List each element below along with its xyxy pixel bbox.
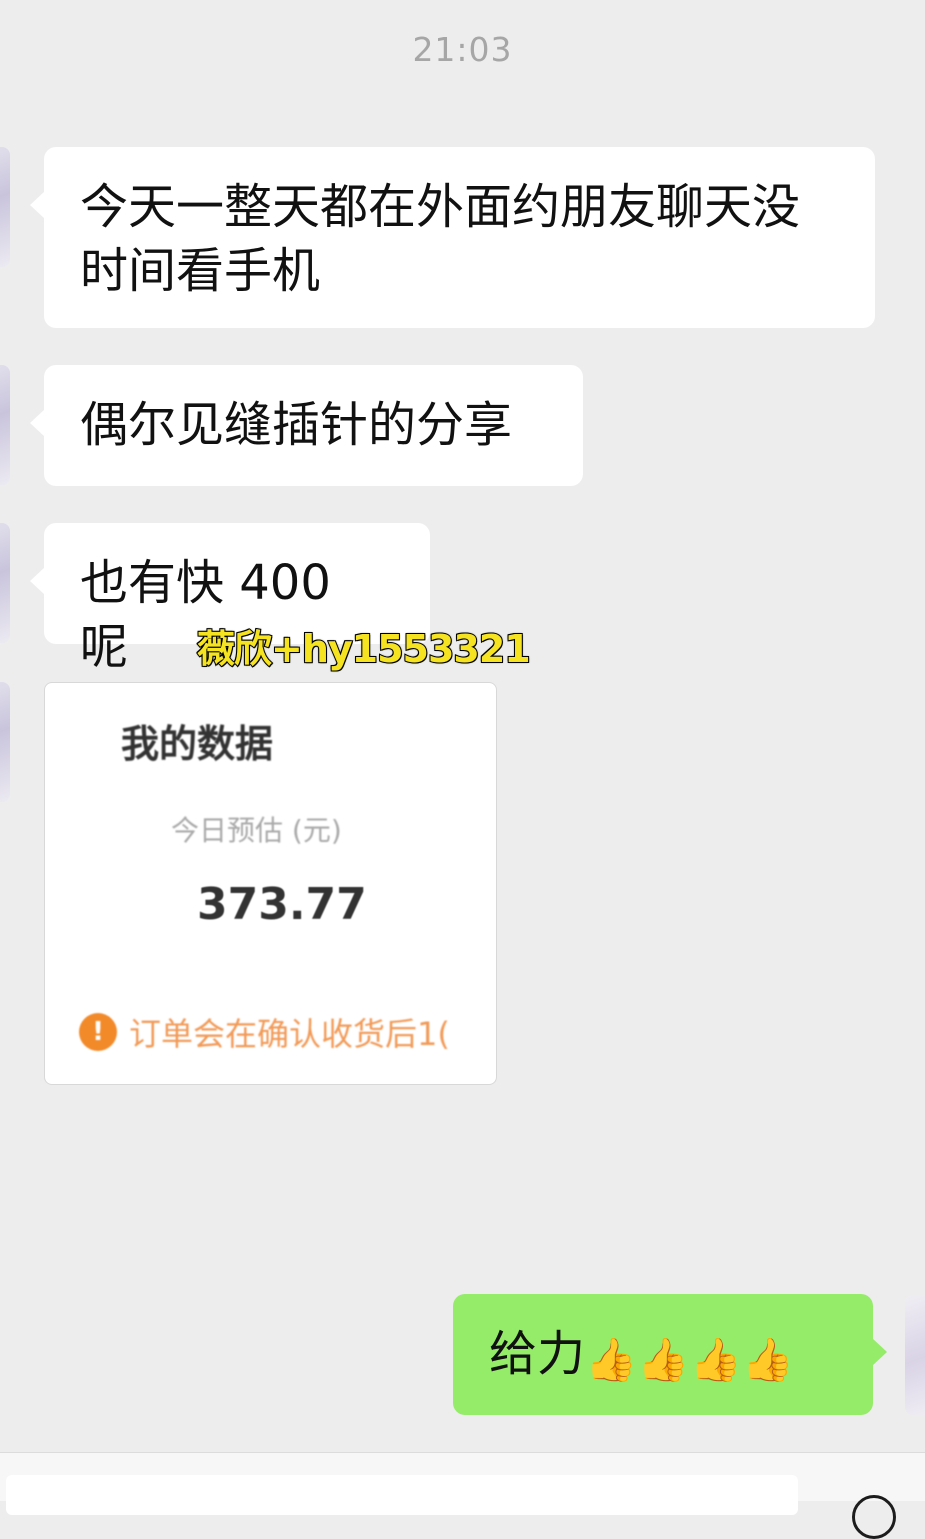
message-bubble-incoming[interactable]: 今天一整天都在外面约朋友聊天没时间看手机 bbox=[30, 147, 875, 328]
card-notice-text: 订单会在确认收货后1( bbox=[129, 1015, 450, 1053]
emoji-icon[interactable] bbox=[852, 1495, 896, 1539]
card-label: 今日预估 (元) bbox=[171, 814, 342, 847]
card-value: 373.77 bbox=[197, 879, 367, 930]
contact-avatar[interactable] bbox=[0, 682, 10, 802]
image-message-earnings-screenshot[interactable]: 我的数据 今日预估 (元) 373.77 ! 订单会在确认收货后1( bbox=[44, 682, 497, 1085]
card-title: 我的数据 bbox=[121, 722, 274, 766]
contact-avatar[interactable] bbox=[0, 147, 10, 267]
message-text: 给力 bbox=[489, 1326, 586, 1382]
self-avatar[interactable] bbox=[905, 1295, 925, 1415]
contact-avatar[interactable] bbox=[0, 365, 10, 485]
message-input[interactable] bbox=[6, 1475, 798, 1515]
exclamation-icon: ! bbox=[79, 1013, 117, 1051]
chat-timestamp: 21:03 bbox=[412, 30, 513, 69]
message-bubble-outgoing[interactable]: 给力👍👍👍👍 bbox=[453, 1294, 887, 1415]
message-bubble-incoming[interactable]: 偶尔见缝插针的分享 bbox=[30, 365, 583, 486]
chat-input-bar bbox=[0, 1452, 925, 1539]
message-text: 今天一整天都在外面约朋友聊天没时间看手机 bbox=[80, 179, 801, 299]
message-text: 偶尔见缝插针的分享 bbox=[80, 397, 513, 453]
thumbs-up-emoji: 👍👍👍👍 bbox=[585, 1335, 795, 1384]
watermark-text: 薇欣+hy1553321 bbox=[196, 626, 532, 672]
card-notice: ! 订单会在确认收货后1( bbox=[79, 1009, 450, 1055]
contact-avatar[interactable] bbox=[0, 523, 10, 643]
